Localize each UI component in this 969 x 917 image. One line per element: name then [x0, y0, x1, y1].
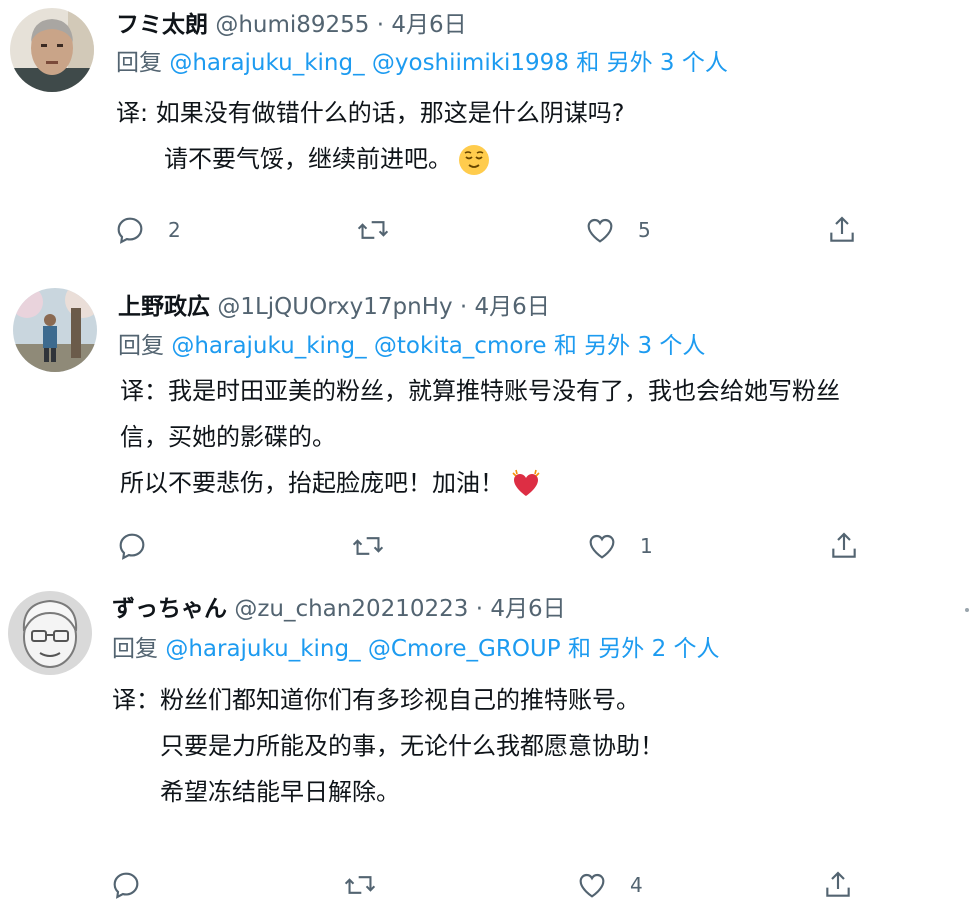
share-icon	[830, 216, 854, 242]
reply-context: 回复 @harajuku_king_ @yoshiimiki1998 和 另外 …	[116, 48, 728, 78]
mention-link[interactable]: @yoshiimiki1998	[372, 50, 569, 76]
avatar[interactable]	[13, 288, 97, 372]
text-line: 信，买她的影碟的。	[120, 423, 336, 451]
tweet-date[interactable]: 4月6日	[391, 12, 466, 38]
separator-dot: ·	[475, 596, 484, 622]
tweet-text: 译：粉丝们都知道你们有多珍视自己的推特账号。 只要是力所能及的事，无论什么我都愿…	[112, 677, 664, 815]
mention-link[interactable]: @harajuku_king_	[169, 50, 364, 76]
text-line: 译: 如果没有做错什么的话，那这是什么阴谋吗?	[116, 99, 625, 127]
reply-context: 回复 @harajuku_king_ @tokita_cmore 和 另外 3 …	[118, 331, 705, 361]
retweet-button[interactable]	[351, 526, 407, 566]
text-line-with-emoji: 所以不要悲伤，抬起脸庞吧！加油！	[120, 460, 840, 506]
like-count: 5	[638, 218, 651, 242]
reply-context: 回复 @harajuku_king_ @Cmore_GROUP 和 另外 2 个…	[112, 634, 720, 664]
retweet-icon	[344, 876, 376, 894]
mention-link[interactable]: @tokita_cmore	[374, 333, 547, 359]
retweet-button[interactable]	[343, 865, 399, 905]
display-name[interactable]: 上野政広	[118, 294, 210, 320]
user-handle[interactable]: @humi89255	[215, 12, 369, 38]
separator-dot: ·	[376, 12, 385, 38]
tweet-text: 译：我是时田亚美的粉丝，就算推特账号没有了，我也会给她写粉丝 信，买她的影碟的。…	[120, 368, 840, 506]
like-icon	[589, 534, 615, 559]
like-button[interactable]: 5	[584, 210, 651, 250]
relieved-face-icon	[459, 145, 489, 175]
like-button[interactable]: 1	[586, 526, 653, 566]
action-bar: 4	[110, 865, 870, 905]
action-bar: 1	[116, 526, 876, 566]
retweet-button[interactable]	[356, 210, 412, 250]
reply-icon	[119, 533, 145, 560]
avatar-cartoon-icon	[8, 591, 92, 675]
like-count: 4	[630, 873, 643, 897]
tweet-header: 上野政広 @1LjQUOrxy17pnHy · 4月6日	[118, 292, 550, 322]
tweet-header: ずっちゃん @zu_chan20210223 · 4月6日	[112, 594, 566, 624]
share-icon	[826, 871, 850, 897]
avatar-photo-icon	[10, 8, 94, 92]
reply-count: 2	[168, 218, 181, 242]
overflow-indicator	[965, 608, 969, 612]
reply-prefix: 回复	[116, 50, 162, 76]
display-name[interactable]: ずっちゃん	[112, 596, 227, 622]
reply-icon	[113, 872, 139, 899]
reply-prefix: 回复	[118, 333, 164, 359]
share-button[interactable]	[828, 526, 860, 566]
user-handle[interactable]: @zu_chan20210223	[234, 596, 468, 622]
text-line: 请不要气馁，继续前进吧。	[164, 145, 452, 173]
tweet-3[interactable]: ずっちゃん @zu_chan20210223 · 4月6日 回复 @haraju…	[0, 584, 969, 917]
beating-heart-icon	[512, 469, 540, 496]
reply-button[interactable]: 2	[114, 210, 181, 250]
user-handle[interactable]: @1LjQUOrxy17pnHy	[217, 294, 452, 320]
others-link[interactable]: 和 另外 2 个人	[568, 636, 720, 662]
tweet-text: 译: 如果没有做错什么的话，那这是什么阴谋吗? 请不要气馁，继续前进吧。	[116, 90, 624, 182]
retweet-icon	[352, 537, 384, 555]
like-count: 1	[640, 534, 653, 558]
like-button[interactable]: 4	[576, 865, 643, 905]
share-button[interactable]	[822, 865, 854, 905]
text-line-with-emoji: 请不要气馁，继续前进吧。	[116, 136, 624, 182]
avatar-photo-icon	[13, 288, 97, 372]
share-icon	[832, 532, 856, 558]
like-icon	[587, 218, 613, 243]
mention-link[interactable]: @harajuku_king_	[165, 636, 360, 662]
reply-button[interactable]	[116, 526, 170, 566]
retweet-icon	[357, 221, 389, 239]
text-line: 译：粉丝们都知道你们有多珍视自己的推特账号。	[112, 686, 640, 714]
tweet-header: フミ太朗 @humi89255 · 4月6日	[116, 10, 467, 40]
mention-link[interactable]: @harajuku_king_	[171, 333, 366, 359]
text-line: 所以不要悲伤，抬起脸庞吧！加油！	[120, 469, 504, 497]
tweet-1[interactable]: フミ太朗 @humi89255 · 4月6日 回复 @harajuku_king…	[0, 0, 969, 268]
reply-prefix: 回复	[112, 636, 158, 662]
text-line: 希望冻结能早日解除。	[160, 778, 400, 806]
avatar[interactable]	[10, 8, 94, 92]
mention-link[interactable]: @Cmore_GROUP	[368, 636, 561, 662]
action-bar: 2 5	[114, 210, 874, 250]
avatar[interactable]	[8, 591, 92, 675]
like-icon	[579, 873, 605, 898]
tweet-date[interactable]: 4月6日	[475, 294, 550, 320]
separator-dot: ·	[459, 294, 468, 320]
text-line: 译：我是时田亚美的粉丝，就算推特账号没有了，我也会给她写粉丝	[120, 377, 840, 405]
others-link[interactable]: 和 另外 3 个人	[576, 50, 728, 76]
reply-button[interactable]	[110, 865, 164, 905]
tweet-date[interactable]: 4月6日	[490, 596, 565, 622]
others-link[interactable]: 和 另外 3 个人	[554, 333, 706, 359]
display-name[interactable]: フミ太朗	[116, 12, 208, 38]
reply-icon	[117, 217, 143, 244]
text-line: 只要是力所能及的事，无论什么我都愿意协助！	[160, 732, 664, 760]
tweet-2[interactable]: 上野政広 @1LjQUOrxy17pnHy · 4月6日 回复 @harajuk…	[0, 280, 969, 582]
share-button[interactable]	[826, 210, 858, 250]
